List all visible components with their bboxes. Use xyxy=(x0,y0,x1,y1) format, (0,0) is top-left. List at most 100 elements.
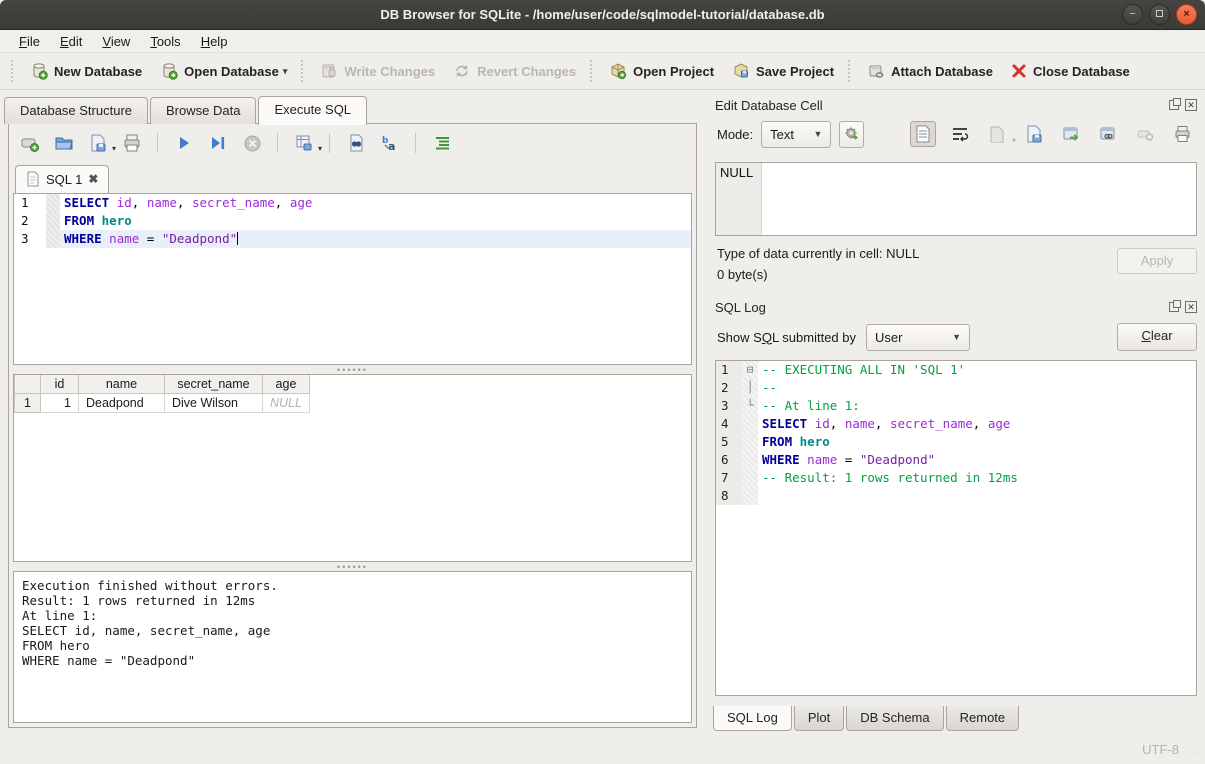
dock-float-icon[interactable] xyxy=(1169,100,1179,110)
cell-secret-name[interactable]: Dive Wilson xyxy=(165,394,263,413)
save-sql-dropdown-icon[interactable]: ▾ xyxy=(112,144,116,153)
attach-database-button[interactable]: Attach Database xyxy=(858,57,1002,85)
menu-edit[interactable]: Edit xyxy=(51,32,91,51)
log-line-number: 5 xyxy=(716,433,742,451)
dock-close-icon[interactable]: ✕ xyxy=(1185,301,1197,313)
code-line[interactable]: SELECT id, name, secret_name, age xyxy=(60,194,691,212)
save-results-button[interactable]: ▾ xyxy=(293,132,315,154)
chevron-down-icon: ▼ xyxy=(944,332,969,342)
print-sql-button[interactable] xyxy=(121,132,143,154)
column-header-secret-name[interactable]: secret_name xyxy=(165,375,263,394)
log-line-number: 3 xyxy=(716,397,742,415)
close-database-button[interactable]: Close Database xyxy=(1002,58,1139,84)
splitter-handle[interactable]: •••••• xyxy=(9,562,696,571)
column-header-age[interactable]: age xyxy=(263,375,310,394)
open-url-icon[interactable] xyxy=(1095,121,1121,147)
log-filter-value: User xyxy=(875,330,944,345)
code-line[interactable]: FROM hero xyxy=(60,212,691,230)
minimize-button[interactable]: − xyxy=(1122,4,1143,25)
execute-line-button[interactable] xyxy=(207,132,229,154)
word-wrap-icon[interactable] xyxy=(947,121,973,147)
column-header-id[interactable]: id xyxy=(41,375,79,394)
cell-name[interactable]: Deadpond xyxy=(79,394,165,413)
splitter-handle[interactable]: •••••• xyxy=(9,365,696,374)
sql-doc-tab[interactable]: SQL 1 ✖ xyxy=(15,165,109,193)
menu-view[interactable]: View xyxy=(93,32,139,51)
titlebar[interactable]: DB Browser for SQLite - /home/user/code/… xyxy=(0,0,1205,30)
cell-info: Type of data currently in cell: NULL 0 b… xyxy=(707,236,1205,292)
print-cell-icon[interactable] xyxy=(1169,121,1195,147)
save-project-button[interactable]: Save Project xyxy=(723,57,843,85)
dock-float-icon[interactable] xyxy=(1169,302,1179,312)
log-line: 6 WHERE name = "Deadpond" xyxy=(716,451,1196,469)
mode-value: Text xyxy=(770,127,805,142)
menu-tools[interactable]: Tools xyxy=(141,32,189,51)
new-database-label: New Database xyxy=(54,64,142,79)
editor-line: 1 SELECT id, name, secret_name, age xyxy=(14,194,691,212)
open-sql-file-button[interactable] xyxy=(53,132,75,154)
find-button[interactable] xyxy=(345,132,367,154)
save-project-label: Save Project xyxy=(756,64,834,79)
clear-log-button[interactable]: Clear xyxy=(1117,323,1197,351)
encoding-indicator[interactable]: UTF-8 xyxy=(1142,742,1179,757)
open-in-app-icon[interactable] xyxy=(1058,121,1084,147)
format-sql-button[interactable] xyxy=(431,132,453,154)
maximize-button[interactable] xyxy=(1149,4,1170,25)
menu-help[interactable]: Help xyxy=(192,32,237,51)
code-line[interactable]: WHERE name = "Deadpond" xyxy=(60,230,691,248)
row-header[interactable]: 1 xyxy=(15,394,41,413)
maximize-icon xyxy=(1156,10,1163,17)
open-database-icon xyxy=(160,62,178,80)
resize-grip[interactable]: ∙∙∙∙∙ xyxy=(1189,748,1201,760)
edit-cell-title: Edit Database Cell xyxy=(715,98,1169,113)
log-line: 3 └ -- At line 1: xyxy=(716,397,1196,415)
log-code-line: WHERE name = "Deadpond" xyxy=(758,451,1196,469)
mode-select[interactable]: Text ▼ xyxy=(761,121,831,148)
tab-browse-data[interactable]: Browse Data xyxy=(150,97,256,124)
cell-age[interactable]: NULL xyxy=(263,394,310,413)
tab-remote[interactable]: Remote xyxy=(946,706,1020,731)
new-database-icon xyxy=(30,62,48,80)
editor-line-current: 3 WHERE name = "Deadpond" xyxy=(14,230,691,248)
toolbar-separator xyxy=(590,60,595,82)
column-header-name[interactable]: name xyxy=(79,375,165,394)
dock-tab-bar: SQL Log Plot DB Schema Remote xyxy=(707,706,1205,734)
tab-plot[interactable]: Plot xyxy=(794,706,844,731)
sql-log-view[interactable]: 1 ⊟ -- EXECUTING ALL IN 'SQL 1' 2 │ -- 3… xyxy=(715,360,1197,696)
cell-edit-area[interactable] xyxy=(762,163,1196,235)
tab-db-schema[interactable]: DB Schema xyxy=(846,706,943,731)
sql-log-title: SQL Log xyxy=(715,300,1169,315)
log-code-line: FROM hero xyxy=(758,433,1196,451)
open-database-dropdown-icon[interactable]: ▾ xyxy=(283,66,288,77)
close-sql-tab-icon[interactable]: ✖ xyxy=(88,172,98,186)
import-cell-disabled-icon: ▾ xyxy=(984,121,1010,147)
results-corner-header xyxy=(15,375,41,394)
autocomplete-case-button[interactable]: ba xyxy=(379,132,401,154)
save-results-dropdown-icon[interactable]: ▾ xyxy=(318,144,322,153)
execute-all-button[interactable] xyxy=(173,132,195,154)
log-code-line: -- EXECUTING ALL IN 'SQL 1' xyxy=(758,361,1196,379)
fold-marker-icon[interactable]: ⊟ xyxy=(742,361,758,379)
log-filter-select[interactable]: User ▼ xyxy=(866,324,970,351)
new-sql-tab-button[interactable] xyxy=(19,132,41,154)
text-mode-icon[interactable] xyxy=(910,121,936,147)
open-project-button[interactable]: Open Project xyxy=(600,57,723,85)
new-database-button[interactable]: New Database xyxy=(21,57,151,85)
tab-sql-log[interactable]: SQL Log xyxy=(713,706,792,731)
open-database-button[interactable]: Open Database ▾ xyxy=(151,57,296,85)
tab-execute-sql[interactable]: Execute SQL xyxy=(258,96,367,125)
save-sql-file-button[interactable]: ▾ xyxy=(87,132,109,154)
close-button[interactable]: × xyxy=(1176,4,1197,25)
right-dock: Edit Database Cell ✕ Mode: Text ▼ xyxy=(707,90,1205,764)
cell-id[interactable]: 1 xyxy=(41,394,79,413)
set-null-disabled-icon xyxy=(1132,121,1158,147)
open-project-icon xyxy=(609,62,627,80)
table-row: 1 1 Deadpond Dive Wilson NULL xyxy=(15,394,310,413)
dock-close-icon[interactable]: ✕ xyxy=(1185,99,1197,111)
menu-file[interactable]: File xyxy=(10,32,49,51)
export-cell-icon[interactable] xyxy=(1021,121,1047,147)
sql-editor[interactable]: 1 SELECT id, name, secret_name, age 2 FR… xyxy=(13,193,692,365)
log-line: 8 xyxy=(716,487,1196,505)
auto-apply-button[interactable] xyxy=(839,121,864,148)
tab-database-structure[interactable]: Database Structure xyxy=(4,97,148,124)
